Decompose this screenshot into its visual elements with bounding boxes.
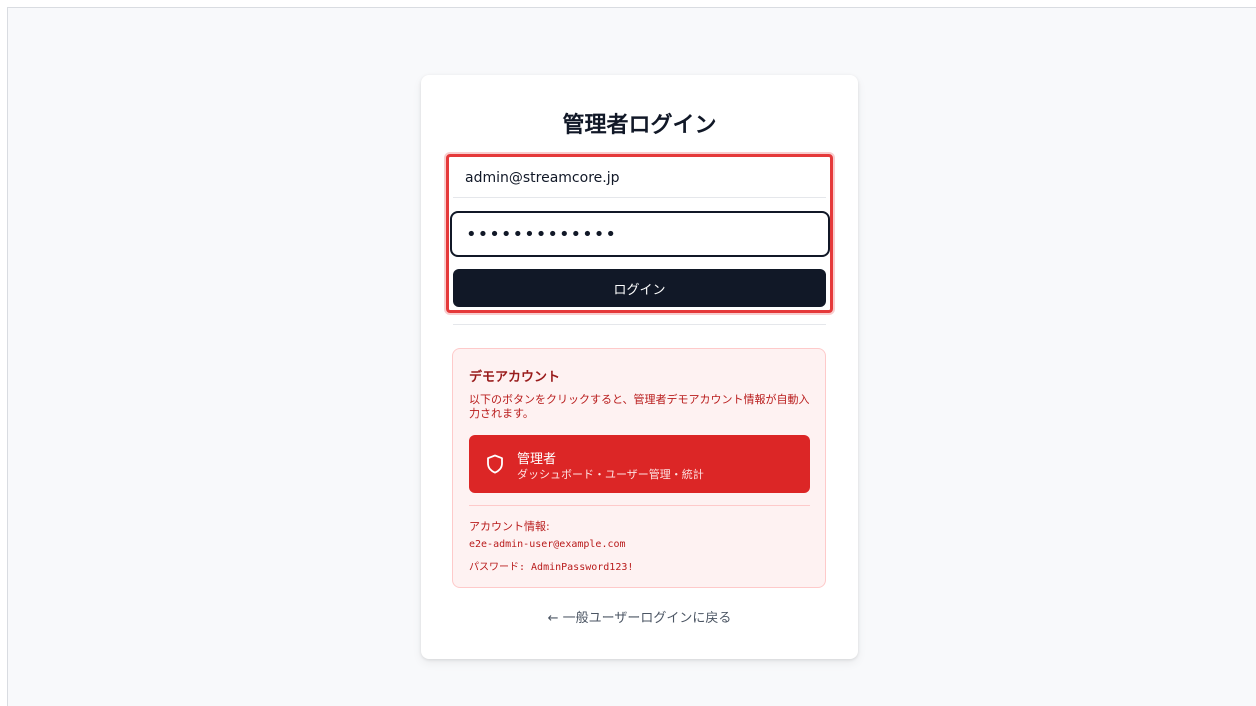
demo-title: デモアカウント: [469, 370, 561, 385]
password-field[interactable]: [450, 211, 830, 257]
demo-account-panel: デモアカウント 以下のボタンをクリックすると、管理者デモアカウント情報が自動入力…: [452, 348, 826, 588]
email-field[interactable]: [453, 158, 826, 198]
demo-description: 以下のボタンをクリックすると、管理者デモアカウント情報が自動入力されます。: [469, 393, 810, 420]
login-card: 管理者ログイン ログイン デモアカウント 以下のボタンをクリックすると、管理者デ…: [421, 75, 858, 659]
section-divider: [453, 324, 826, 325]
login-button[interactable]: ログイン: [453, 269, 826, 307]
shield-icon: [486, 454, 504, 474]
page-title: 管理者ログイン: [562, 113, 717, 138]
page-background: 管理者ログイン ログイン デモアカウント 以下のボタンをクリックすると、管理者デ…: [7, 7, 1256, 706]
account-email: e2e-admin-user@example.com: [469, 539, 626, 550]
admin-demo-button[interactable]: 管理者 ダッシュボード・ユーザー管理・統計: [469, 435, 810, 493]
back-to-user-login-link[interactable]: ← 一般ユーザーログインに戻る: [421, 607, 858, 626]
admin-button-label: 管理者: [517, 451, 557, 466]
account-info-heading: アカウント情報:: [469, 520, 550, 533]
admin-button-subtitle: ダッシュボード・ユーザー管理・統計: [517, 469, 704, 481]
demo-divider: [469, 505, 810, 506]
account-password: パスワード: AdminPassword123!: [469, 562, 634, 573]
